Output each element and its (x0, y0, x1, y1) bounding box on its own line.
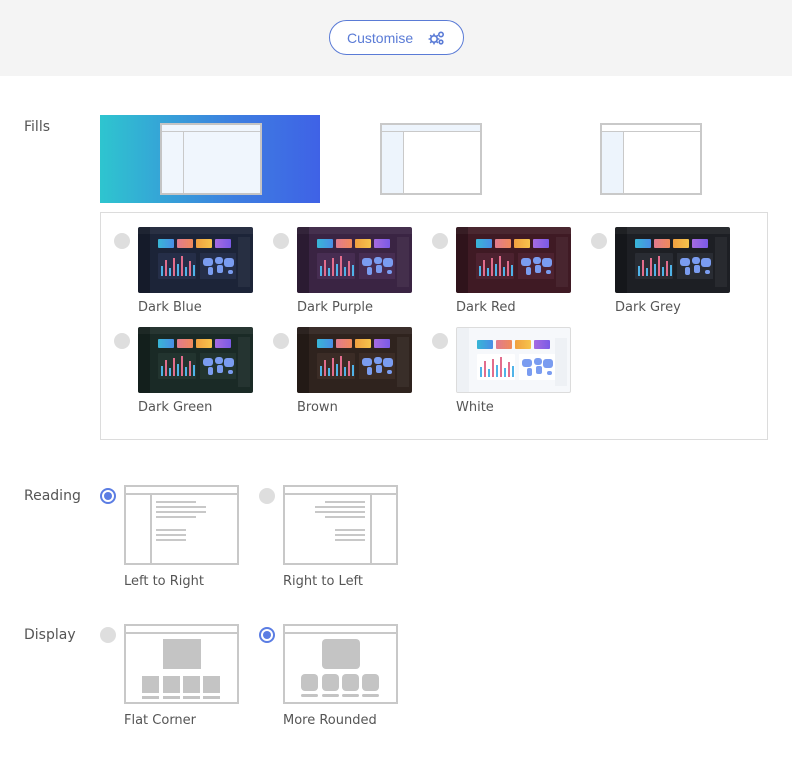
theme-thumbnail-white (456, 327, 571, 393)
display-label: Display (24, 627, 76, 643)
gears-icon (428, 31, 445, 45)
theme-option-brown[interactable]: Brown (273, 327, 423, 423)
fill-layout-sidebar[interactable] (540, 115, 760, 203)
theme-name-dark-green: Dark Green (138, 400, 213, 415)
theme-panel: Dark Blue Dark Purple Dark Red Dark Grey Dar… (100, 212, 768, 440)
header-sidebar-fill-preview (380, 123, 482, 195)
theme-radio-dark-green[interactable] (114, 333, 130, 349)
sidebar-fill-preview (600, 123, 702, 195)
left-to-right-preview (124, 485, 239, 565)
display-radio-flat-corner[interactable] (100, 627, 116, 643)
theme-radio-white[interactable] (432, 333, 448, 349)
fill-layout-full[interactable] (100, 115, 320, 203)
reading-option-left-to-right[interactable]: Left to Right (100, 485, 260, 595)
fill-layout-header-sidebar[interactable] (320, 115, 540, 203)
reading-name-right-to-left: Right to Left (283, 574, 364, 589)
reading-name-left-to-right: Left to Right (124, 574, 205, 589)
reading-radio-left-to-right[interactable] (100, 488, 116, 504)
theme-radio-dark-blue[interactable] (114, 233, 130, 249)
more-rounded-preview (283, 624, 398, 704)
theme-name-brown: Brown (297, 400, 338, 415)
theme-thumbnail-dark-blue (138, 227, 253, 293)
theme-thumbnail-dark-grey (615, 227, 730, 293)
theme-thumbnail-brown (297, 327, 412, 393)
display-radio-more-rounded[interactable] (259, 627, 275, 643)
customise-header: Customise (0, 0, 792, 76)
reading-label: Reading (24, 488, 81, 504)
display-option-more-rounded[interactable]: More Rounded (259, 624, 419, 734)
theme-radio-dark-purple[interactable] (273, 233, 289, 249)
theme-option-dark-green[interactable]: Dark Green (114, 327, 264, 423)
theme-option-dark-red[interactable]: Dark Red (432, 227, 582, 323)
theme-option-white[interactable]: White (432, 327, 582, 423)
reading-option-right-to-left[interactable]: Right to Left (259, 485, 419, 595)
theme-option-dark-blue[interactable]: Dark Blue (114, 227, 264, 323)
theme-name-dark-red: Dark Red (456, 300, 516, 315)
display-option-flat-corner[interactable]: Flat Corner (100, 624, 260, 734)
theme-name-dark-purple: Dark Purple (297, 300, 374, 315)
display-name-flat-corner: Flat Corner (124, 713, 197, 728)
flat-corner-preview (124, 624, 239, 704)
reading-radio-right-to-left[interactable] (259, 488, 275, 504)
display-name-more-rounded: More Rounded (283, 713, 377, 728)
theme-option-dark-grey[interactable]: Dark Grey (591, 227, 741, 323)
theme-name-dark-blue: Dark Blue (138, 300, 202, 315)
theme-thumbnail-dark-red (456, 227, 571, 293)
fills-label: Fills (24, 119, 50, 135)
customise-button[interactable]: Customise (329, 20, 464, 55)
theme-thumbnail-dark-green (138, 327, 253, 393)
theme-radio-dark-red[interactable] (432, 233, 448, 249)
full-fill-preview (160, 123, 262, 195)
theme-name-dark-grey: Dark Grey (615, 300, 681, 315)
theme-radio-brown[interactable] (273, 333, 289, 349)
theme-thumbnail-dark-purple (297, 227, 412, 293)
theme-option-dark-purple[interactable]: Dark Purple (273, 227, 423, 323)
customise-label: Customise (347, 29, 414, 46)
theme-name-white: White (456, 400, 494, 415)
right-to-left-preview (283, 485, 398, 565)
theme-radio-dark-grey[interactable] (591, 233, 607, 249)
